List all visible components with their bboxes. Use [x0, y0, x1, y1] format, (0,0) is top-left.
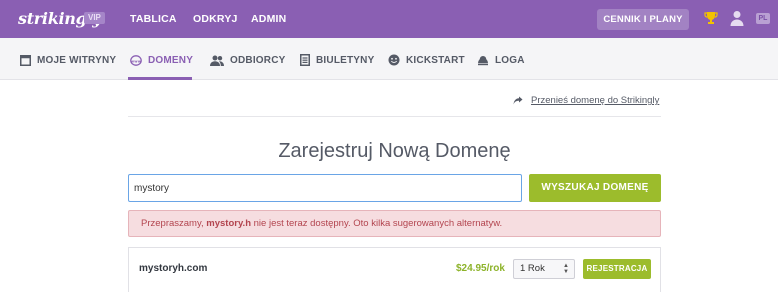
subnav-loga[interactable]: LOGA [477, 53, 525, 67]
domain-result-row: mystoryh.com $24.95/rok 1 Rok ▲ ▼ REJESTR… [128, 247, 661, 292]
subnav-label: KICKSTART [406, 54, 465, 66]
sub-navbar: MOJE WITRYNY www DOMENY ODBIORCY BIULETY… [0, 38, 778, 80]
result-domain-name: mystoryh.com [139, 263, 208, 274]
vip-badge: VIP [84, 12, 105, 24]
users-icon [210, 55, 224, 66]
transfer-domain-link[interactable]: Przenieś domenę do Strikingly [513, 95, 659, 106]
unavailable-alert: Przepraszamy, mystory.h nie jest teraz d… [128, 210, 661, 237]
nav-admin[interactable]: ADMIN [251, 13, 286, 25]
alert-prefix: Przepraszamy, [141, 218, 207, 229]
active-tab-indicator [128, 77, 192, 80]
subnav-label: LOGA [495, 54, 525, 66]
subnav-domeny[interactable]: www DOMENY [130, 53, 193, 67]
nav-tablica[interactable]: TABLICA [130, 13, 177, 25]
share-arrow-icon [513, 96, 523, 105]
nav-odkryj[interactable]: ODKRYJ [193, 13, 238, 25]
alert-suffix: nie jest teraz dostępny. Oto kilka suger… [251, 218, 503, 229]
period-select-value: 1 Rok [520, 263, 545, 274]
user-icon[interactable] [730, 10, 744, 26]
transfer-link-text: Przenieś domenę do Strikingly [531, 95, 660, 106]
pricing-button[interactable]: CENNIK I PLANY [597, 9, 689, 30]
subnav-label: DOMENY [148, 54, 194, 66]
subnav-kickstart[interactable]: KICKSTART [388, 53, 465, 67]
subnav-biuletyny[interactable]: BIULETYNY [300, 53, 374, 67]
language-switcher[interactable]: PL [756, 13, 770, 24]
period-select[interactable]: 1 Rok ▲ ▼ [513, 259, 575, 279]
page-title: Zarejestruj Nową Domenę [278, 140, 511, 162]
top-navbar: strikingly VIP TABLICA ODKRYJ ADMIN CENN… [0, 0, 778, 38]
svg-text:www: www [131, 59, 142, 63]
window-icon [20, 54, 31, 66]
smiley-icon [388, 54, 400, 66]
divider [128, 116, 661, 117]
subnav-moje-witryny[interactable]: MOJE WITRYNY [20, 53, 116, 67]
subnav-odbiorcy[interactable]: ODBIORCY [210, 53, 286, 67]
www-icon: www [130, 54, 142, 66]
search-domain-button[interactable]: WYSZUKAJ DOMENĘ [529, 174, 661, 202]
domain-search-input[interactable] [128, 174, 522, 202]
register-button[interactable]: REJESTRACJA [583, 259, 651, 279]
trophy-icon[interactable] [704, 11, 718, 25]
logo-maker-icon [478, 55, 488, 65]
alert-domain: mystory.h [206, 218, 251, 229]
subnav-label: MOJE WITRYNY [37, 54, 117, 66]
select-arrows-icon: ▲ ▼ [563, 263, 569, 275]
newsletter-icon [300, 54, 310, 66]
subnav-label: ODBIORCY [230, 54, 286, 66]
result-price: $24.95/rok [456, 263, 505, 274]
subnav-label: BIULETYNY [316, 54, 375, 66]
